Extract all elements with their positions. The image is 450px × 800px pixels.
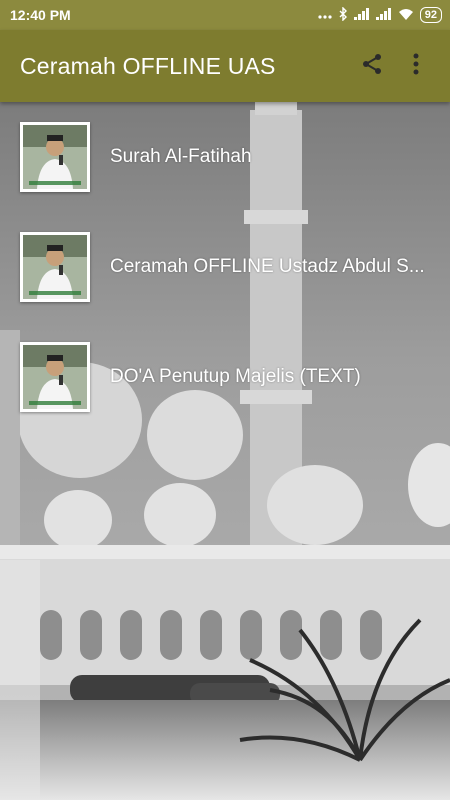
wifi-icon [398, 7, 414, 23]
status-time: 12:40 PM [10, 7, 71, 23]
bluetooth-icon [338, 5, 348, 24]
list-item[interactable]: Surah Al-Fatihah [0, 102, 450, 212]
share-icon [360, 52, 384, 81]
app-title: Ceramah OFFLINE UAS [20, 52, 276, 79]
thumbnail-image [20, 342, 90, 412]
app-bar: Ceramah OFFLINE UAS [0, 30, 450, 102]
battery-indicator: 92 [419, 7, 442, 23]
list-item-label: DO'A Penutup Majelis (TEXT) [110, 366, 361, 387]
status-bar: 12:40 PM 92 [0, 0, 450, 30]
signal-icon [375, 7, 392, 23]
list-item-label: Ceramah OFFLINE Ustadz Abdul S... [110, 256, 425, 277]
content-list: Surah Al-Fatihah Ceramah OFFLINE Ustadz … [0, 102, 450, 432]
thumbnail-image [20, 122, 90, 192]
more-options-button[interactable] [394, 44, 438, 88]
list-item[interactable]: Ceramah OFFLINE Ustadz Abdul S... [0, 212, 450, 322]
thumbnail-image [20, 232, 90, 302]
list-item[interactable]: DO'A Penutup Majelis (TEXT) [0, 322, 450, 432]
list-item-label: Surah Al-Fatihah [110, 146, 252, 167]
signal-icon [353, 7, 370, 23]
more-vert-icon [413, 53, 419, 80]
status-icons: 92 [318, 5, 442, 24]
dots-icon [318, 7, 332, 23]
share-button[interactable] [350, 44, 394, 88]
